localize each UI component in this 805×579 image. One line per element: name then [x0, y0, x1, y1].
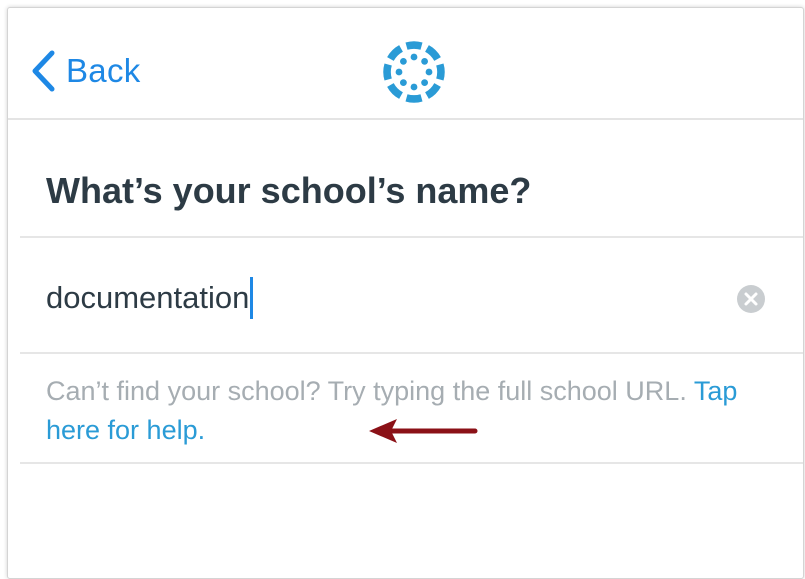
back-button[interactable]: Back [30, 46, 141, 96]
clear-circle-icon[interactable] [737, 285, 765, 313]
text-caret [250, 277, 254, 319]
school-name-input[interactable]: documentation [46, 276, 254, 320]
page-title: What’s your school’s name? [46, 170, 532, 211]
back-label: Back [66, 52, 141, 89]
chevron-left-icon [32, 50, 55, 92]
left-arrow-icon [369, 419, 478, 443]
divider [20, 352, 803, 354]
navigation-bar: Back [8, 8, 803, 120]
school-name-value: documentation [46, 280, 250, 315]
help-text: Can’t find your school? Try typing the f… [46, 376, 687, 406]
canvas-logo-icon [383, 41, 445, 103]
app-window: Back What’s your school’s name? document… [7, 7, 804, 579]
divider [20, 462, 803, 464]
school-search-field[interactable]: documentation [8, 238, 803, 352]
